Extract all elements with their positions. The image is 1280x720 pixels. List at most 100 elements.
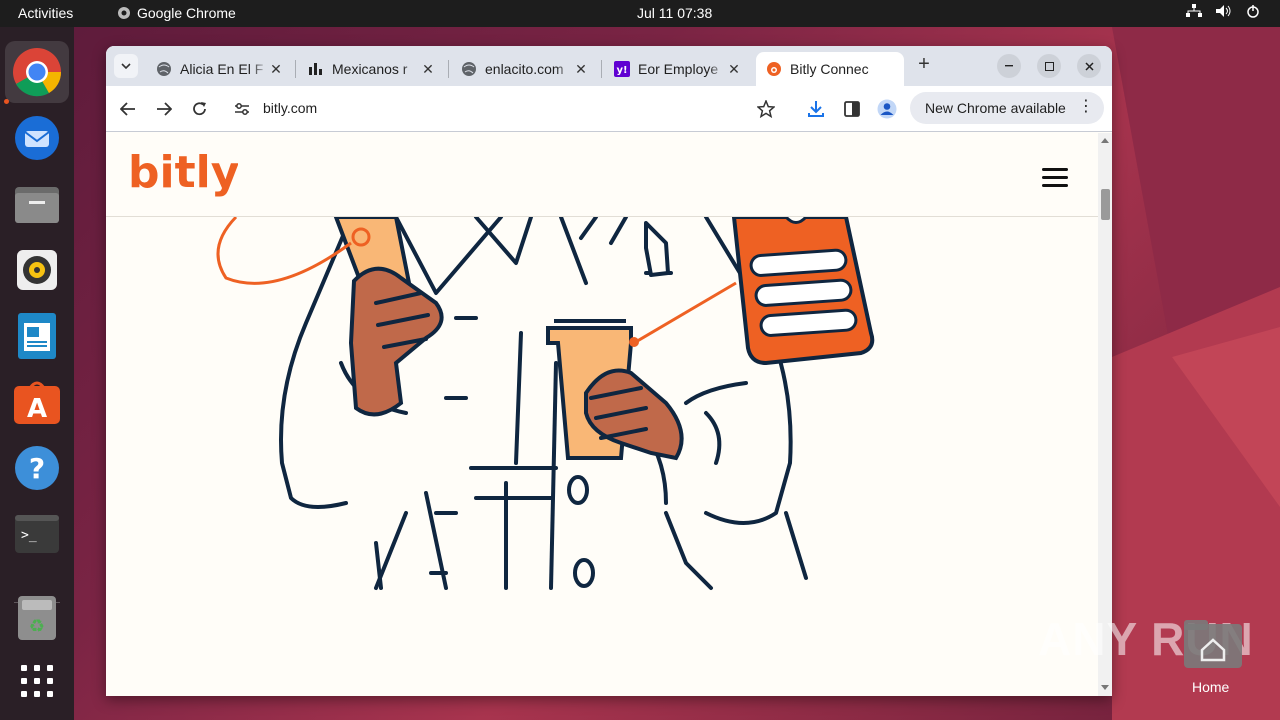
- terminal-icon: >_: [15, 515, 59, 553]
- side-panel-button[interactable]: [841, 98, 863, 120]
- rhythmbox-icon: [17, 250, 57, 290]
- toolbar: bitly.com New Chrome available ⋮: [106, 86, 1112, 132]
- tune-icon: [235, 103, 249, 115]
- maximize-button[interactable]: [1037, 54, 1061, 78]
- tab-title: Mexicanos r: [332, 61, 408, 77]
- network-icon: [1186, 4, 1202, 17]
- home-folder-label: Home: [1192, 679, 1230, 695]
- top-bar: Activities Google Chrome Jul 11 07:38: [0, 0, 1280, 27]
- new-tab-button[interactable]: +: [913, 54, 935, 76]
- app-grid-icon: [21, 665, 53, 697]
- tab-close-icon[interactable]: ✕: [726, 61, 742, 78]
- chrome-window: Alicia En El F ✕ Mexicanos r ✕ enlacito.…: [106, 46, 1112, 696]
- activities-button[interactable]: Activities: [18, 5, 73, 21]
- svg-text:>_: >_: [21, 528, 37, 543]
- forward-arrow-icon: [157, 102, 172, 116]
- dock-terminal[interactable]: >_: [5, 503, 69, 565]
- globe-icon: [156, 61, 172, 77]
- side-panel-icon: [844, 101, 860, 117]
- svg-text:y!: y!: [616, 65, 627, 76]
- web-page: bitly: [106, 133, 1098, 696]
- app-center-icon: A: [14, 381, 60, 424]
- dock: A ? >_ ♻: [0, 27, 74, 720]
- tab-title: enlacito.com: [485, 61, 564, 77]
- app-menu[interactable]: Google Chrome: [117, 5, 236, 21]
- globe-icon: [461, 61, 477, 77]
- tab-title: Alicia En El F: [180, 61, 264, 77]
- site-icon: [308, 61, 324, 77]
- logo-text: bitly: [128, 147, 238, 198]
- close-window-button[interactable]: [1077, 54, 1101, 78]
- tab-search-button[interactable]: [114, 54, 138, 78]
- site-info-button[interactable]: [231, 98, 253, 120]
- chrome-small-icon: [118, 7, 130, 19]
- system-menu[interactable]: [1186, 4, 1260, 18]
- writer-icon: [18, 313, 56, 359]
- tab-separator: [295, 60, 296, 78]
- dock-rhythmbox[interactable]: [5, 239, 69, 301]
- tab-strip: Alicia En El F ✕ Mexicanos r ✕ enlacito.…: [106, 46, 1112, 86]
- scroll-thumb[interactable]: [1101, 189, 1110, 220]
- star-icon: [757, 100, 775, 118]
- reload-icon: [193, 102, 206, 116]
- yahoo-icon: y!: [614, 61, 630, 77]
- volume-icon: [1216, 5, 1231, 17]
- downloads-button[interactable]: [805, 98, 827, 120]
- help-icon: ?: [15, 446, 59, 490]
- trash-icon: ♻: [18, 596, 56, 640]
- bitly-logo[interactable]: bitly: [128, 147, 238, 205]
- svg-text:♻: ♻: [29, 616, 45, 637]
- dock-trash[interactable]: ♻: [5, 587, 69, 649]
- tab-3[interactable]: y! Eor Employe ✕: [604, 52, 752, 86]
- thunderbird-icon: [15, 116, 59, 160]
- dock-writer[interactable]: [5, 305, 69, 367]
- minimize-button[interactable]: [997, 54, 1021, 78]
- minimize-icon: [1005, 65, 1013, 67]
- svg-text:A: A: [27, 394, 47, 424]
- profile-button[interactable]: [876, 98, 898, 120]
- dock-app-grid[interactable]: [5, 650, 69, 712]
- close-icon: [1084, 61, 1094, 71]
- dock-files[interactable]: [5, 173, 69, 235]
- bitly-icon: [766, 61, 782, 77]
- chrome-update-button[interactable]: New Chrome available ⋮: [910, 92, 1104, 124]
- chrome-icon: [13, 48, 62, 97]
- bookmark-button[interactable]: [755, 98, 777, 120]
- dock-chrome[interactable]: [5, 41, 69, 103]
- clock[interactable]: Jul 11 07:38: [637, 5, 712, 21]
- tab-title: Bitly Connec: [790, 61, 869, 77]
- scroll-up-arrow[interactable]: [1101, 138, 1109, 143]
- dock-app-center[interactable]: A: [5, 371, 69, 433]
- tab-separator: [448, 60, 449, 78]
- profile-icon: [877, 99, 897, 119]
- tab-4-active[interactable]: Bitly Connec: [756, 52, 904, 86]
- app-name-label: Google Chrome: [137, 5, 236, 21]
- tab-close-icon[interactable]: ✕: [420, 61, 436, 78]
- dock-help[interactable]: ?: [5, 437, 69, 499]
- hamburger-menu-icon[interactable]: [1042, 168, 1068, 188]
- tab-1[interactable]: Mexicanos r ✕: [298, 52, 446, 86]
- download-icon: [808, 101, 824, 117]
- update-label: New Chrome available: [925, 100, 1066, 116]
- forward-button[interactable]: [153, 98, 175, 120]
- maximize-icon: [1044, 61, 1054, 71]
- tab-close-icon[interactable]: ✕: [268, 61, 284, 78]
- site-header: bitly: [106, 133, 1098, 217]
- scroll-down-arrow[interactable]: [1101, 685, 1109, 690]
- tab-separator: [601, 60, 602, 78]
- dock-thunderbird[interactable]: [5, 107, 69, 169]
- home-folder-icon[interactable]: [1184, 620, 1242, 668]
- url-text[interactable]: bitly.com: [263, 100, 317, 116]
- tab-0[interactable]: Alicia En El F ✕: [146, 52, 294, 86]
- power-icon: [1247, 5, 1259, 18]
- tab-2[interactable]: enlacito.com ✕: [451, 52, 599, 86]
- tab-title: Eor Employe: [638, 61, 719, 77]
- back-arrow-icon: [120, 102, 135, 116]
- hero-illustration: [216, 215, 875, 590]
- more-menu-icon[interactable]: ⋮: [1078, 99, 1094, 115]
- chevron-down-icon: [121, 63, 131, 69]
- tab-close-icon[interactable]: ✕: [573, 61, 589, 78]
- reload-button[interactable]: [189, 98, 211, 120]
- svg-text:?: ?: [29, 452, 45, 485]
- back-button[interactable]: [117, 98, 139, 120]
